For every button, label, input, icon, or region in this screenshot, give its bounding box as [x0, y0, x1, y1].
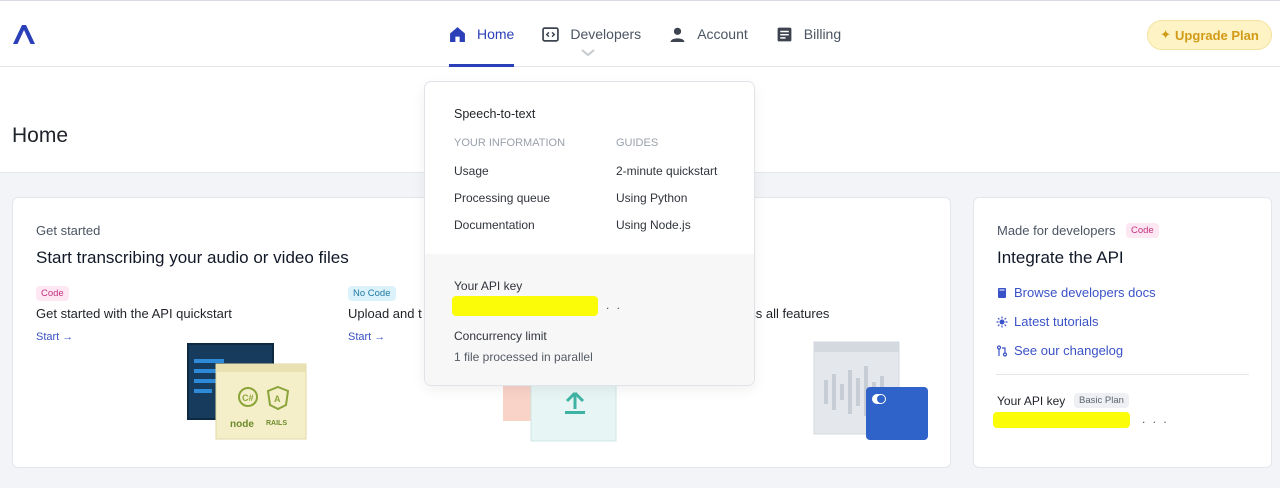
main-nav: Home Developers Account Billing — [449, 1, 869, 67]
dropdown-api-key-redaction — [452, 296, 598, 316]
option-upload-start-link[interactable]: Start → — [348, 331, 385, 343]
plan-badge: Basic Plan — [1074, 393, 1129, 408]
menu-item-using-nodejs[interactable]: Using Node.js — [616, 218, 691, 232]
menu-item-documentation[interactable]: Documentation — [454, 218, 535, 232]
upgrade-plan-label: Upgrade Plan — [1175, 27, 1259, 43]
nav-home[interactable]: Home — [449, 1, 515, 67]
latest-tutorials-label: Latest tutorials — [1014, 314, 1099, 329]
book-icon — [998, 287, 1006, 298]
menu-item-processing-queue[interactable]: Processing queue — [454, 191, 550, 205]
your-information-header: YOUR INFORMATION — [454, 137, 566, 149]
option-api-quickstart-title: Get started with the API quickstart — [36, 306, 232, 321]
node-logo-text: node — [230, 419, 254, 430]
changelog-label: See our changelog — [1014, 343, 1124, 358]
logo-icon[interactable] — [11, 23, 37, 45]
dropdown-api-key-label: Your API key — [454, 279, 523, 293]
code-icon — [542, 26, 560, 42]
get-started-title: Start transcribing your audio or video f… — [36, 248, 349, 267]
menu-item-using-python[interactable]: Using Python — [616, 191, 687, 205]
concurrency-value: 1 file processed in parallel — [454, 350, 593, 364]
side-api-key-label: Your API key — [997, 394, 1066, 408]
no-code-badge: No Code — [348, 286, 396, 301]
all-features-illustration — [813, 341, 928, 440]
nav-developers-label: Developers — [570, 26, 642, 42]
changelog-link[interactable]: See our changelog — [996, 343, 1123, 358]
billing-icon — [777, 27, 792, 41]
top-navigation-bar: Home Developers Account Billing ✦ Upgrad… — [0, 0, 1280, 67]
dropdown-api-section: Your API key . . Concurrency limit 1 fil… — [425, 254, 754, 385]
svg-text:A: A — [274, 394, 281, 404]
api-key-ellipsis: . . . — [1142, 412, 1169, 426]
concurrency-label: Concurrency limit — [454, 329, 547, 343]
svg-text:C#: C# — [242, 393, 254, 403]
developers-card-title: Integrate the API — [997, 248, 1124, 267]
code-badge: Code — [1126, 223, 1159, 238]
api-key-redaction — [993, 412, 1130, 428]
developers-card: Made for developers Code Integrate the A… — [973, 197, 1272, 468]
divider — [996, 374, 1249, 375]
sparkle-icon: ✦ — [1160, 27, 1172, 42]
dropdown-api-key-ellipsis: . . — [606, 298, 623, 312]
changelog-icon — [996, 344, 1008, 357]
tutorial-icon — [996, 316, 1008, 327]
home-icon — [450, 26, 465, 42]
nav-billing[interactable]: Billing — [776, 1, 841, 67]
developers-eyebrow: Made for developers — [997, 223, 1116, 238]
menu-item-usage[interactable]: Usage — [454, 164, 489, 178]
menu-item-quickstart[interactable]: 2-minute quickstart — [616, 164, 717, 178]
nav-home-label: Home — [477, 26, 515, 42]
chevron-down-icon — [581, 49, 595, 57]
get-started-eyebrow: Get started — [36, 223, 101, 238]
option-api-quickstart-start-link[interactable]: Start → — [36, 331, 73, 343]
developers-dropdown-menu: Speech-to-text YOUR INFORMATION Usage Pr… — [424, 81, 755, 386]
nav-billing-label: Billing — [803, 26, 842, 42]
rails-logo-text: RAILS — [266, 420, 287, 427]
guides-header: GUIDES — [616, 137, 659, 149]
page-title: Home — [12, 124, 69, 147]
latest-tutorials-link[interactable]: Latest tutorials — [996, 314, 1099, 329]
nav-account-label: Account — [697, 26, 748, 42]
dropdown-title: Speech-to-text — [454, 107, 536, 121]
upgrade-plan-button[interactable]: ✦ Upgrade Plan — [1147, 20, 1272, 50]
browse-docs-label: Browse developers docs — [1014, 285, 1156, 300]
code-badge: Code — [36, 286, 69, 301]
nav-account[interactable]: Account — [669, 1, 748, 67]
option-upload-title: Upload and t — [348, 306, 422, 321]
sdk-languages-illustration: C# A node RAILS — [187, 343, 307, 440]
browse-docs-link[interactable]: Browse developers docs — [996, 285, 1156, 300]
option-all-features-title: ess all features — [742, 306, 830, 321]
user-icon — [670, 27, 685, 42]
